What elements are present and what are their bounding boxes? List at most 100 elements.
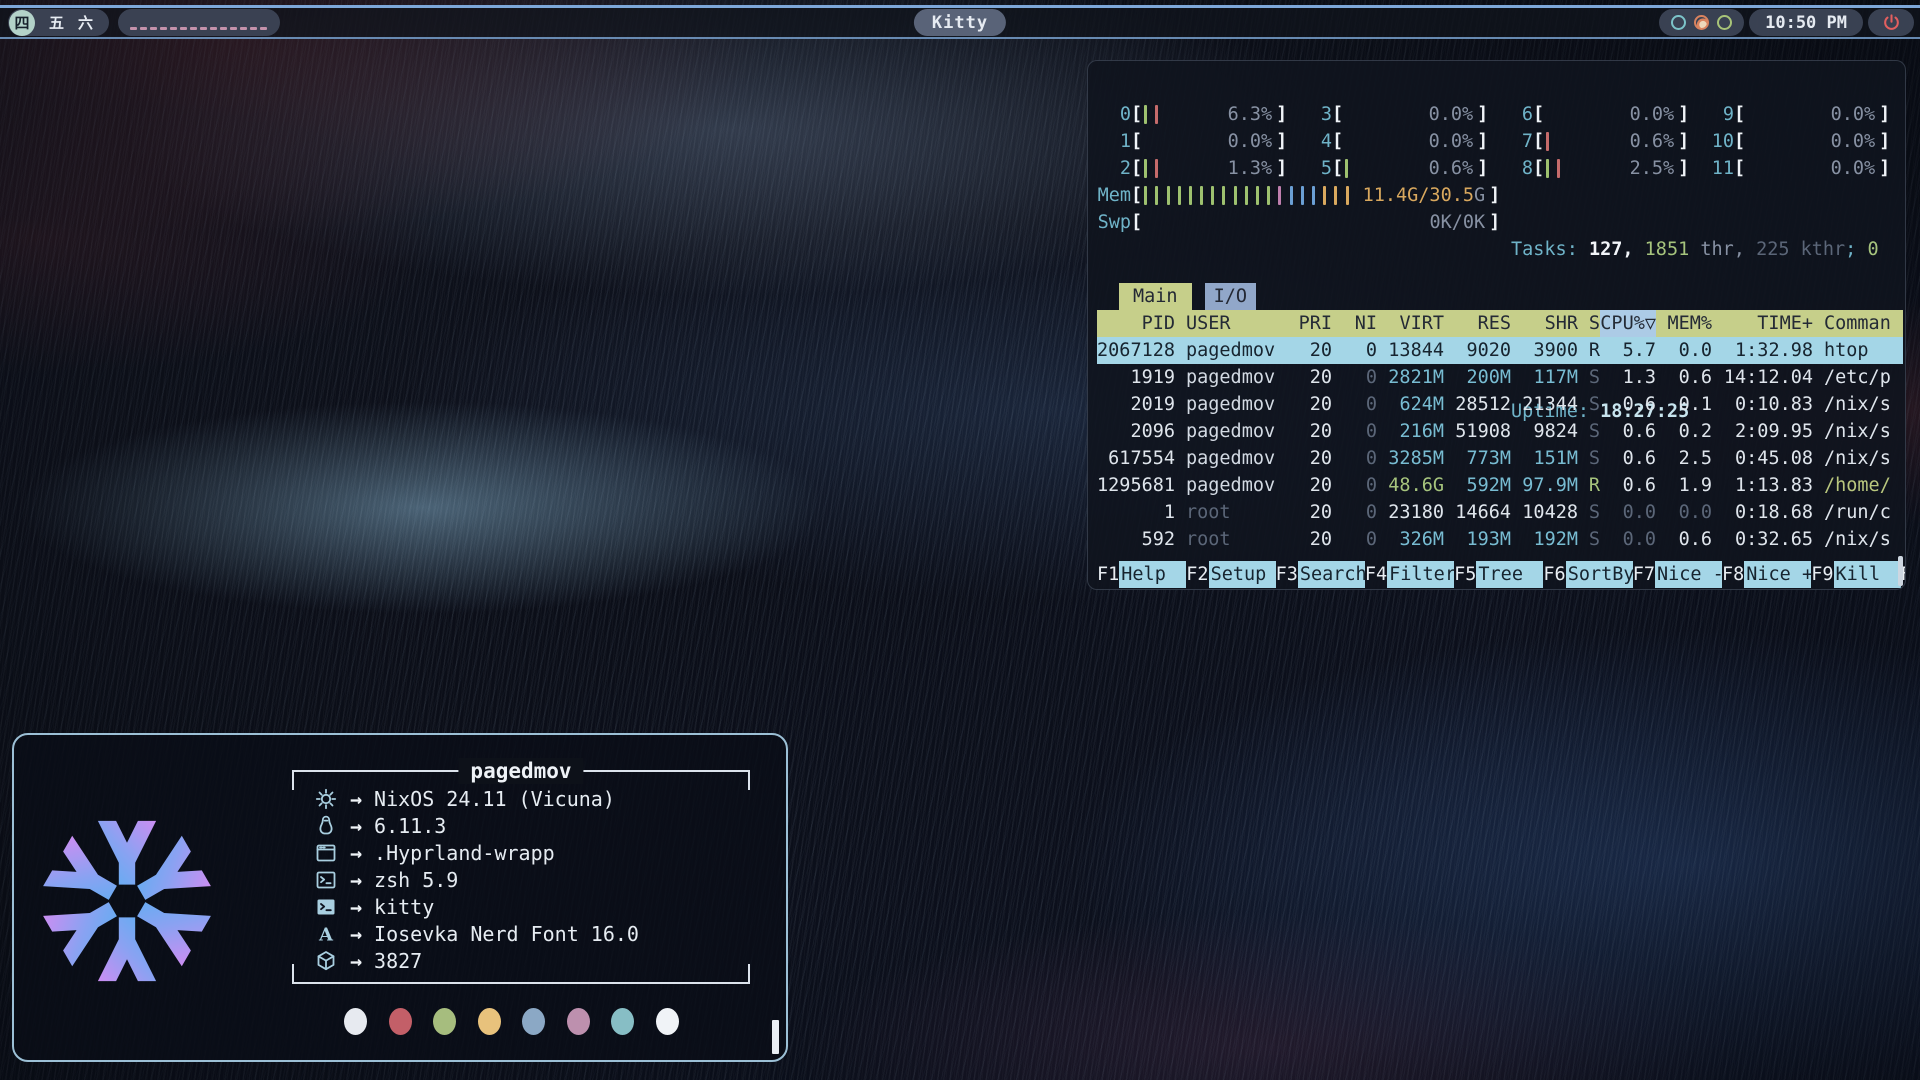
column-header-cmd[interactable]: Comman — [1813, 310, 1903, 337]
cpu-meter-2: 2[1.3%] — [1097, 155, 1298, 182]
fetch-row: →6.11.3 — [314, 812, 750, 839]
column-header-user[interactable]: USER — [1175, 310, 1287, 337]
cell-time: 0:10.83 — [1712, 391, 1813, 418]
cell-res: 28512 — [1444, 391, 1511, 418]
fkey-f4[interactable]: F4Filter — [1365, 561, 1454, 588]
column-header-time[interactable]: TIME+ — [1712, 310, 1813, 337]
column-header-virt[interactable]: VIRT — [1377, 310, 1444, 337]
cell-virt: 216M — [1377, 418, 1444, 445]
cell-user: pagedmov — [1175, 418, 1287, 445]
fkey-f9[interactable]: F9Kill — [1811, 561, 1900, 588]
cell-user: root — [1175, 526, 1287, 553]
cell-user: pagedmov — [1175, 445, 1287, 472]
meter-bar — [1200, 186, 1203, 205]
tray-green-icon[interactable] — [1717, 15, 1732, 30]
fastfetch-terminal-window: pagedmov →NixOS 24.11 (Vicuna)→6.11.3→.H… — [12, 733, 788, 1062]
column-header-ni[interactable]: NI — [1332, 310, 1377, 337]
dash-segment — [160, 27, 167, 30]
column-header-pid[interactable]: PID — [1097, 310, 1175, 337]
fkey-f6[interactable]: F6SortBy — [1543, 561, 1632, 588]
fkey-label: Nice - — [1655, 561, 1722, 588]
cell-cmd: /run/c — [1813, 499, 1903, 526]
workspace-item[interactable]: 五 — [49, 12, 64, 33]
scrollbar-thumb[interactable] — [1898, 556, 1903, 586]
column-header-shr[interactable]: SHR — [1511, 310, 1578, 337]
cell-virt: 48.6G — [1377, 472, 1444, 499]
column-header-s[interactable]: S — [1578, 310, 1600, 337]
tray-teal-icon[interactable] — [1671, 15, 1686, 30]
cell-res: 592M — [1444, 472, 1511, 499]
cpu-percent: 0.0% — [1429, 101, 1474, 128]
workspace-switcher[interactable]: 四 五 六 — [8, 9, 109, 36]
process-row[interactable]: 2019pagedmov200624M2851221344S0.60.10:10… — [1097, 391, 1903, 418]
meter-bar — [1189, 186, 1192, 205]
cell-mem: 0.6 — [1656, 364, 1712, 391]
cpu-percent: 0.6% — [1429, 155, 1474, 182]
penguin-icon — [314, 814, 344, 838]
cpu-meter-grid: 0[6.3%]3[0.0%]6[0.0%]9[0.0%]1[0.0%]4[0.0… — [1097, 101, 1903, 182]
process-row[interactable]: 592root200326M193M192MS0.00.60:32.65/nix… — [1097, 526, 1903, 553]
swap-value: 0K/0K — [1429, 209, 1485, 236]
meter-bar — [1346, 186, 1349, 205]
cell-ni: 0 — [1332, 472, 1377, 499]
meter-bar — [1144, 105, 1147, 124]
fkey-f7[interactable]: F7Nice - — [1633, 561, 1722, 588]
cell-mem: 1.9 — [1656, 472, 1712, 499]
process-table-header[interactable]: PIDUSERPRINIVIRTRESSHRSCPU%▽MEM%TIME+Com… — [1097, 310, 1903, 337]
cell-pid: 617554 — [1097, 445, 1175, 472]
cell-res: 193M — [1444, 526, 1511, 553]
process-row[interactable]: 2096pagedmov200216M519089824S0.60.22:09.… — [1097, 418, 1903, 445]
process-row[interactable]: 1295681pagedmov20048.6G592M97.9MR0.61.91… — [1097, 472, 1903, 499]
fkey-key: F2 — [1186, 561, 1208, 588]
column-header-cpu[interactable]: CPU%▽ — [1600, 310, 1656, 337]
meter-bar — [1222, 186, 1225, 205]
column-header-pri[interactable]: PRI — [1287, 310, 1332, 337]
clock[interactable]: 10:50 PM — [1749, 9, 1863, 36]
meter-bar — [1334, 186, 1337, 205]
cell-res: 200M — [1444, 364, 1511, 391]
cpu-meter-9: 9[0.0%] — [1700, 101, 1901, 128]
cell-cpu: 0.6 — [1600, 445, 1656, 472]
cell-res: 51908 — [1444, 418, 1511, 445]
fetch-username: pagedmov — [458, 758, 583, 784]
fkey-f2[interactable]: F2Setup — [1186, 561, 1275, 588]
cell-time: 1:32.98 — [1712, 337, 1813, 364]
cpu-meter-10: 10[0.0%] — [1700, 128, 1901, 155]
system-tray[interactable] — [1659, 9, 1744, 36]
tab-io[interactable]: I/O — [1205, 283, 1256, 310]
meter-bar — [1312, 186, 1315, 205]
column-header-res[interactable]: RES — [1444, 310, 1511, 337]
workspace-item[interactable]: 六 — [78, 12, 93, 33]
cell-mem: 0.2 — [1656, 418, 1712, 445]
fkey-f8[interactable]: F8Nice + — [1722, 561, 1811, 588]
process-row[interactable]: 1root200231801466410428S0.00.00:18.68/ru… — [1097, 499, 1903, 526]
cpu-meter-1: 1[0.0%] — [1097, 128, 1298, 155]
cell-pid: 2096 — [1097, 418, 1175, 445]
cell-mem: 0.0 — [1656, 499, 1712, 526]
fkey-label: SortBy — [1566, 561, 1633, 588]
arrow-icon: → — [350, 895, 362, 919]
cell-s: S — [1578, 445, 1600, 472]
cell-ni: 0 — [1332, 391, 1377, 418]
tab-main[interactable]: Main — [1119, 283, 1192, 310]
terminal-icon — [314, 895, 344, 919]
visualizer-module[interactable] — [118, 9, 280, 36]
tray-orange-icon[interactable] — [1694, 15, 1709, 30]
column-header-mem[interactable]: MEM% — [1656, 310, 1712, 337]
fkey-label: Setup — [1209, 561, 1276, 588]
fkey-f3[interactable]: F3Search — [1276, 561, 1365, 588]
cell-s: S — [1578, 499, 1600, 526]
process-row[interactable]: 617554pagedmov2003285M773M151MS0.62.50:4… — [1097, 445, 1903, 472]
fkey-f1[interactable]: F1Help — [1097, 561, 1186, 588]
workspace-active[interactable]: 四 — [9, 10, 35, 36]
process-row[interactable]: 1919pagedmov2002821M200M117MS1.30.614:12… — [1097, 364, 1903, 391]
process-row[interactable]: 2067128pagedmov2001384490203900R5.70.01:… — [1097, 337, 1903, 364]
palette-dot — [478, 1008, 501, 1035]
fkey-key: F8 — [1722, 561, 1744, 588]
fkey-f5[interactable]: F5Tree — [1454, 561, 1543, 588]
svg-text:A: A — [318, 924, 334, 945]
power-button[interactable] — [1868, 9, 1914, 36]
cell-res: 9020 — [1444, 337, 1511, 364]
fetch-row: →3827 — [314, 947, 750, 974]
cell-ni: 0 — [1332, 418, 1377, 445]
